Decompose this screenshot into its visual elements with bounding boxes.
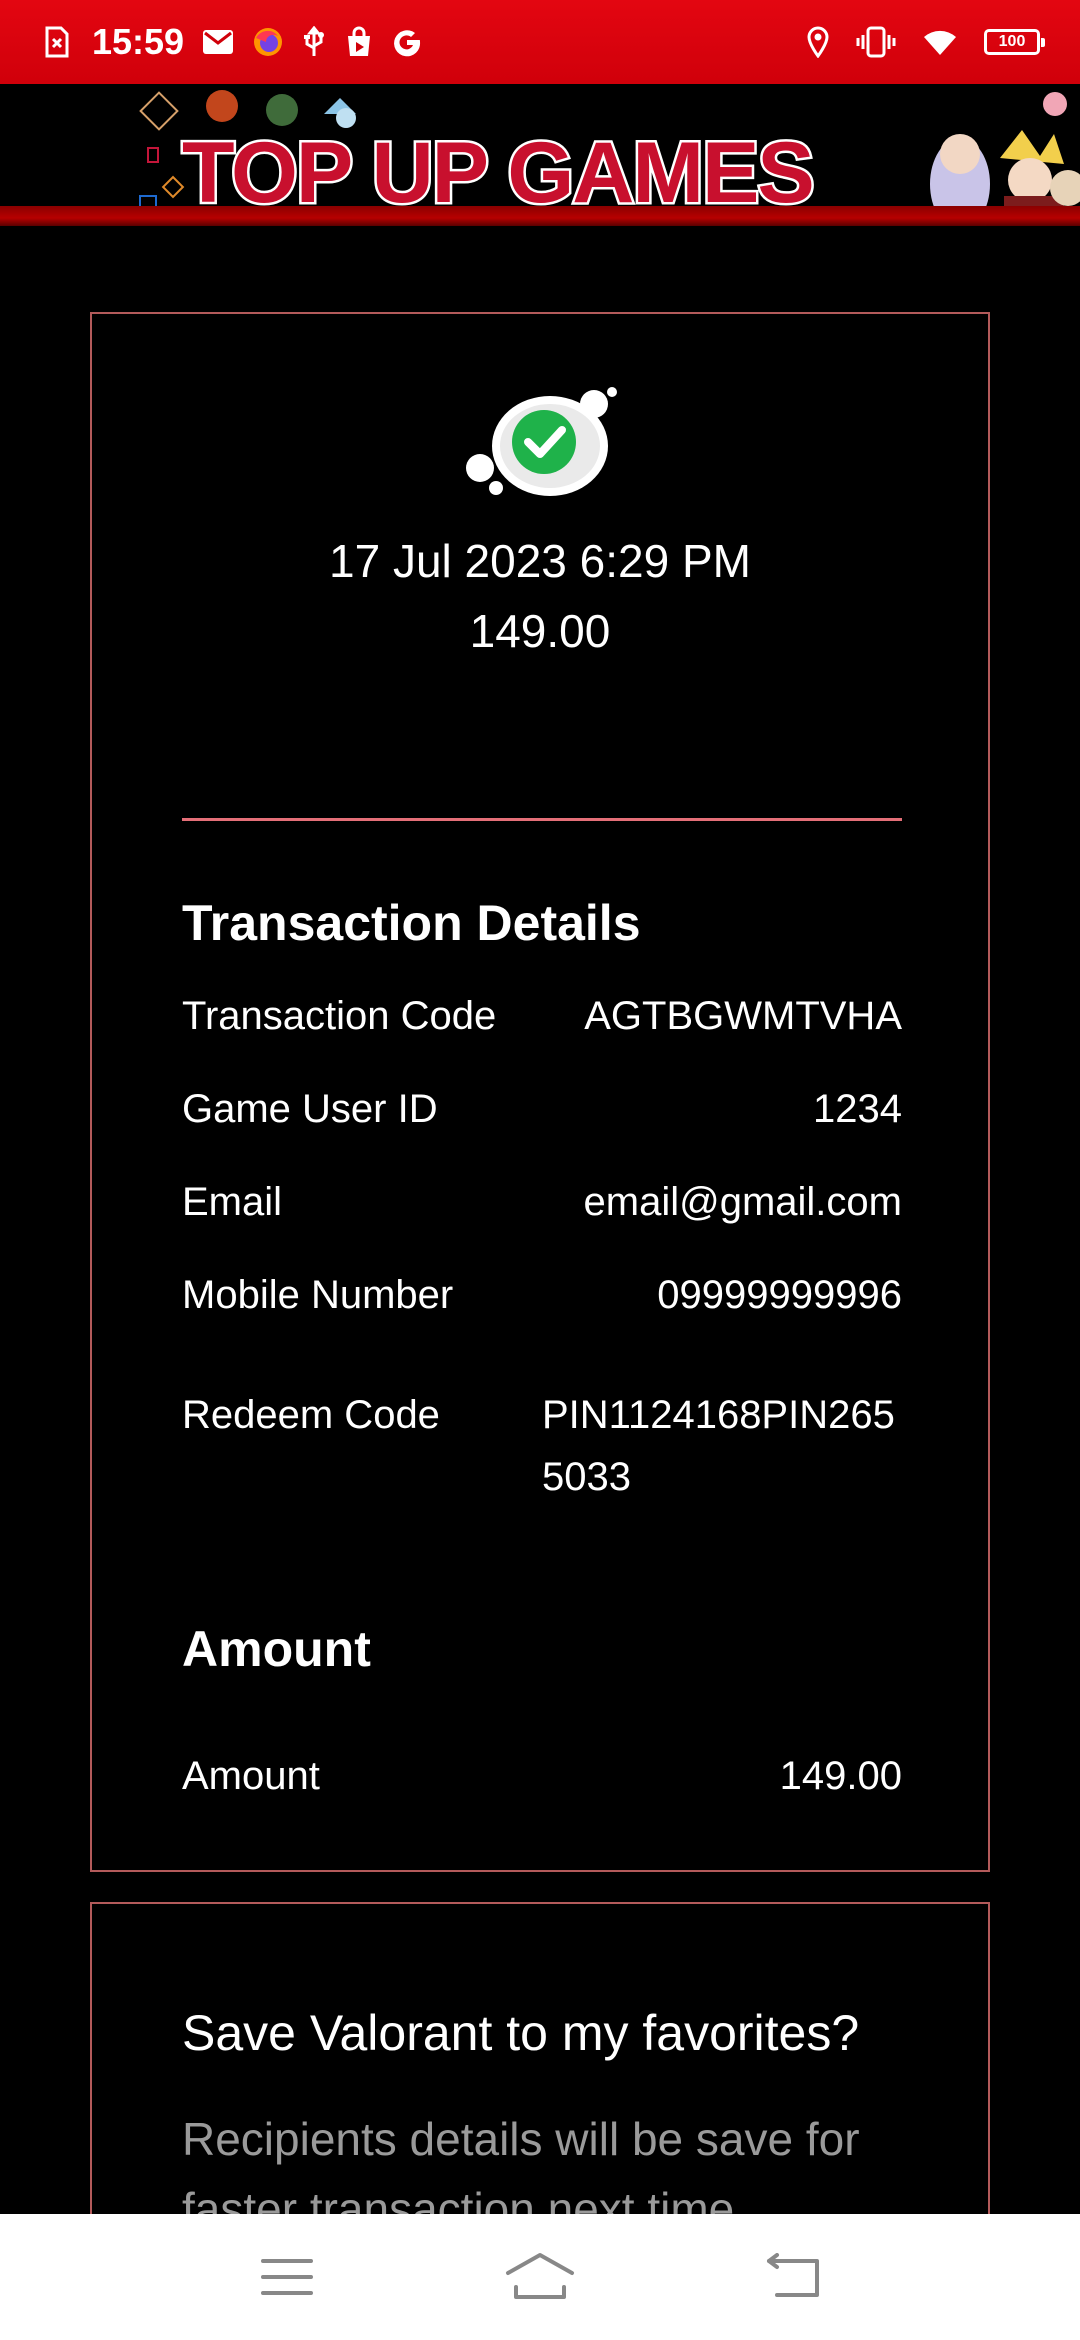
transaction-total: 149.00 [469, 605, 611, 657]
transaction-receipt-card: 17 Jul 2023 6:29 PM 149.00 Transaction D… [90, 312, 990, 1872]
vibrate-icon [856, 26, 896, 58]
top-up-games-banner[interactable]: TOP UP GAMES [0, 84, 1080, 226]
transaction-datetime: 17 Jul 2023 6:29 PM [329, 535, 751, 587]
transaction-details-title: Transaction Details [182, 895, 641, 951]
location-icon [806, 26, 830, 58]
detail-row-email: Email email@gmail.com [182, 1180, 902, 1225]
amount-section-title: Amount [182, 1621, 371, 1677]
wifi-icon [922, 27, 958, 57]
shopping-bag-icon [344, 26, 374, 58]
firefox-icon [252, 26, 284, 58]
detail-row-amount: Amount 149.00 [182, 1754, 902, 1799]
google-icon [392, 27, 422, 57]
detail-row-game-user-id: Game User ID 1234 [182, 1087, 902, 1132]
detail-value[interactable]: PIN1124168PIN2655033 [542, 1384, 902, 1508]
detail-value: AGTBGWMTVHA [584, 994, 902, 1038]
banner-artwork: TOP UP GAMES [139, 90, 1080, 226]
detail-label: Game User ID [182, 1087, 438, 1131]
menu-icon[interactable] [242, 2237, 332, 2317]
detail-label: Email [182, 1180, 283, 1224]
detail-label: Mobile Number [182, 1273, 454, 1317]
banner-stripe [0, 206, 1080, 226]
detail-row-transaction-code: Transaction Code AGTBGWMTVHA [182, 994, 902, 1039]
gmail-icon [202, 28, 234, 56]
status-time: 15:59 [92, 21, 185, 62]
save-favorite-card[interactable]: Save Valorant to my favorites? Recipient… [90, 1902, 990, 2242]
battery-icon: 100 [984, 29, 1045, 55]
back-icon[interactable] [748, 2237, 838, 2317]
detail-row-mobile-number: Mobile Number 09999999996 [182, 1273, 902, 1318]
detail-label: Amount [182, 1754, 320, 1798]
detail-label: Redeem Code [182, 1393, 440, 1437]
usb-icon [302, 26, 326, 58]
detail-value: 09999999996 [657, 1273, 902, 1317]
system-nav-bar [0, 2214, 1080, 2340]
detail-row-redeem-code: Redeem Code PIN1124168PIN2655033 [182, 1384, 902, 1508]
battery-level: 100 [998, 33, 1026, 50]
home-icon[interactable] [495, 2237, 585, 2317]
success-check-icon [466, 387, 617, 496]
save-favorite-title: Save Valorant to my favorites? [182, 2005, 860, 2061]
detail-value: 149.00 [779, 1754, 902, 1798]
detail-value: email@gmail.com [583, 1180, 902, 1224]
detail-label: Transaction Code [182, 994, 497, 1038]
status-bar: 15:59 100 [0, 0, 1080, 84]
detail-value: 1234 [813, 1087, 902, 1131]
sim-error-icon [44, 26, 70, 58]
receipt-divider [182, 818, 902, 821]
